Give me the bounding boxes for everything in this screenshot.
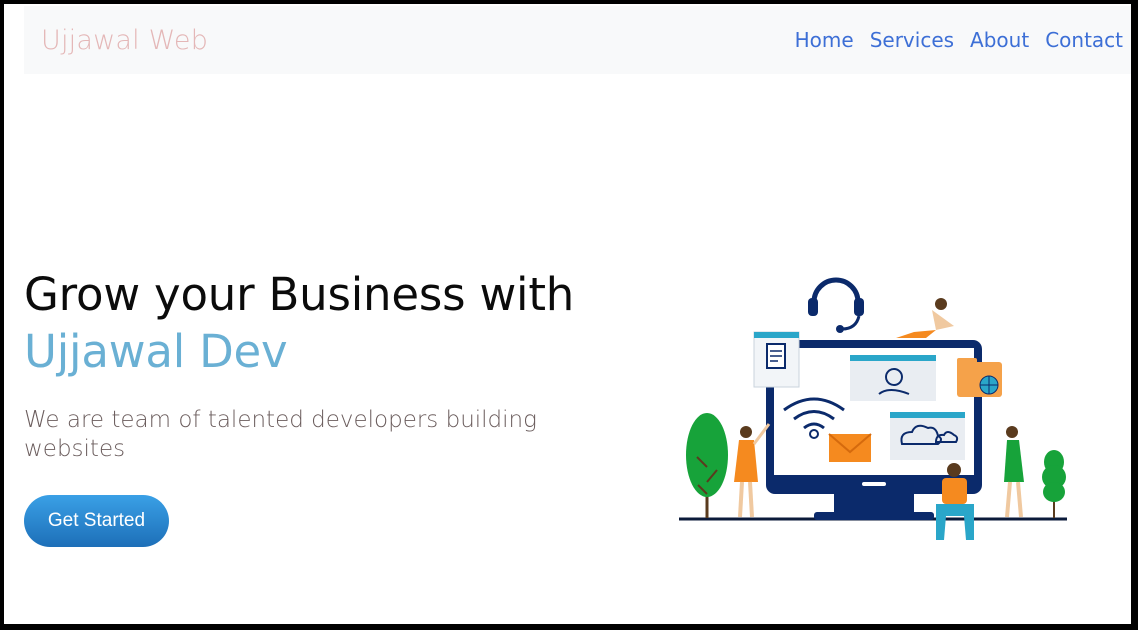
brand-logo[interactable]: Ujjawal Web — [41, 25, 208, 56]
nav-link-about[interactable]: About — [970, 28, 1029, 52]
cloud-icon — [890, 412, 965, 460]
gear-hand-icon — [850, 355, 936, 401]
nav-link-contact[interactable]: Contact — [1045, 28, 1123, 52]
hero-title-line: Grow your Business with — [24, 268, 575, 321]
person-icon — [896, 298, 954, 338]
hero-section: Grow your Business with Ujjawal Dev We a… — [24, 266, 604, 547]
hero-title: Grow your Business with Ujjawal Dev — [24, 266, 604, 380]
nav-link-services[interactable]: Services — [870, 28, 954, 52]
mail-icon — [828, 433, 872, 462]
nav-links: Home Services About Contact — [795, 28, 1123, 52]
document-icon — [753, 331, 800, 388]
person-icon — [734, 423, 771, 518]
nav-link-home[interactable]: Home — [795, 28, 854, 52]
get-started-button[interactable]: Get Started — [24, 495, 169, 547]
headset-icon — [808, 277, 864, 333]
hero-illustration — [679, 277, 1067, 540]
page: Ujjawal Web Home Services About Contact … — [4, 4, 1131, 624]
hero-subtitle: We are team of talented developers build… — [24, 407, 537, 462]
folder-globe-icon — [957, 358, 1002, 397]
hero-title-accent: Ujjawal Dev — [24, 325, 288, 378]
tree-icon — [686, 413, 728, 518]
person-icon — [1004, 426, 1024, 518]
tree-icon — [1042, 450, 1066, 518]
navbar: Ujjawal Web Home Services About Contact — [24, 6, 1131, 74]
